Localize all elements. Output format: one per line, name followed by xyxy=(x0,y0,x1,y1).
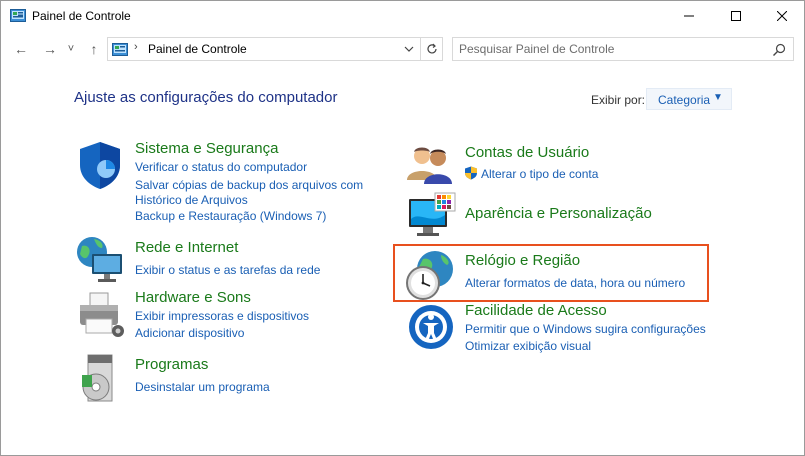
link-network-status[interactable]: Exibir o status e as tarefas da rede xyxy=(135,263,320,277)
category-title-clock-region[interactable]: Relógio e Região xyxy=(465,252,580,269)
link-file-history[interactable]: Histórico de Arquivos xyxy=(135,193,248,207)
link-save-backup-copies[interactable]: Salvar cópias de backup dos arquivos com xyxy=(135,178,363,192)
link-add-device[interactable]: Adicionar dispositivo xyxy=(135,326,244,340)
category-title-ease-of-access[interactable]: Facilidade de Acesso xyxy=(465,302,607,319)
view-by-dropdown[interactable]: Categoria ▼ xyxy=(646,88,732,110)
window-title: Painel de Controle xyxy=(32,9,131,23)
search-input[interactable]: Pesquisar Painel de Controle xyxy=(459,42,614,56)
minimize-icon xyxy=(684,15,694,17)
view-by-label: Exibir por: xyxy=(591,93,646,107)
category-title-user-accounts[interactable]: Contas de Usuário xyxy=(465,144,589,161)
category-title-appearance-personalization[interactable]: Aparência e Personalização xyxy=(465,205,652,222)
monitor-palette-icon[interactable] xyxy=(405,191,457,243)
maximize-icon xyxy=(731,11,741,21)
clock-globe-icon[interactable] xyxy=(405,249,457,301)
breadcrumb-control-panel[interactable]: Painel de Controle xyxy=(148,42,247,56)
address-dropdown-button[interactable] xyxy=(400,40,418,58)
control-panel-window: Painel de Controle ← → ˅ ↑ › Painel de C… xyxy=(0,0,805,456)
category-title-system-security[interactable]: Sistema e Segurança xyxy=(135,140,278,157)
search-icon[interactable] xyxy=(771,42,787,58)
link-change-date-time-number-formats[interactable]: Alterar formatos de data, hora ou número xyxy=(465,276,685,290)
back-button[interactable]: ← xyxy=(10,38,32,60)
recent-locations-button[interactable]: ˅ xyxy=(63,38,79,60)
page-title: Ajuste as configurações do computador xyxy=(74,89,338,106)
link-backup-restore[interactable]: Backup e Restauração (Windows 7) xyxy=(135,209,326,223)
uac-shield-icon xyxy=(465,166,477,180)
search-box[interactable]: Pesquisar Painel de Controle xyxy=(452,37,794,61)
view-by-value: Categoria xyxy=(658,93,711,107)
address-bar[interactable]: › Painel de Controle xyxy=(107,37,443,61)
title-bar: Painel de Controle xyxy=(1,1,804,31)
forward-button[interactable]: → xyxy=(39,38,61,60)
shield-icon[interactable] xyxy=(74,139,126,191)
link-check-computer-status[interactable]: Verificar o status do computador xyxy=(135,160,307,174)
link-uninstall-program[interactable]: Desinstalar um programa xyxy=(135,380,270,394)
category-title-hardware-sound[interactable]: Hardware e Sons xyxy=(135,289,251,306)
control-panel-icon xyxy=(112,43,128,56)
close-icon xyxy=(777,11,787,21)
minimize-button[interactable] xyxy=(666,1,712,31)
accessibility-icon[interactable] xyxy=(405,303,457,355)
chevron-down-icon xyxy=(404,46,414,52)
users-icon[interactable] xyxy=(405,140,457,192)
refresh-button[interactable] xyxy=(420,38,442,60)
printer-icon[interactable] xyxy=(74,289,126,341)
category-title-network-internet[interactable]: Rede e Internet xyxy=(135,239,238,256)
back-arrow-icon: ← xyxy=(14,41,28,57)
link-view-printers-devices[interactable]: Exibir impressoras e dispositivos xyxy=(135,309,309,323)
breadcrumb-separator[interactable]: › xyxy=(134,41,138,53)
up-button[interactable]: ↑ xyxy=(83,38,105,60)
close-button[interactable] xyxy=(759,1,805,31)
dropdown-arrow-icon: ▼ xyxy=(713,92,723,103)
link-let-windows-suggest-settings[interactable]: Permitir que o Windows sugira configuraç… xyxy=(465,322,706,336)
navigation-bar: ← → ˅ ↑ › Painel de Controle Pesquisar P… xyxy=(1,34,804,64)
chevron-down-icon: ˅ xyxy=(67,43,75,55)
category-title-programs[interactable]: Programas xyxy=(135,356,208,373)
link-optimize-visual-display[interactable]: Otimizar exibição visual xyxy=(465,339,591,353)
link-change-account-type[interactable]: Alterar o tipo de conta xyxy=(481,167,598,181)
forward-arrow-icon: → xyxy=(43,41,57,57)
maximize-button[interactable] xyxy=(713,1,759,31)
up-arrow-icon: ↑ xyxy=(90,41,98,57)
refresh-icon xyxy=(426,43,437,54)
control-panel-icon xyxy=(10,9,26,22)
programs-disc-icon[interactable] xyxy=(74,353,126,405)
globe-monitor-icon[interactable] xyxy=(74,234,126,286)
